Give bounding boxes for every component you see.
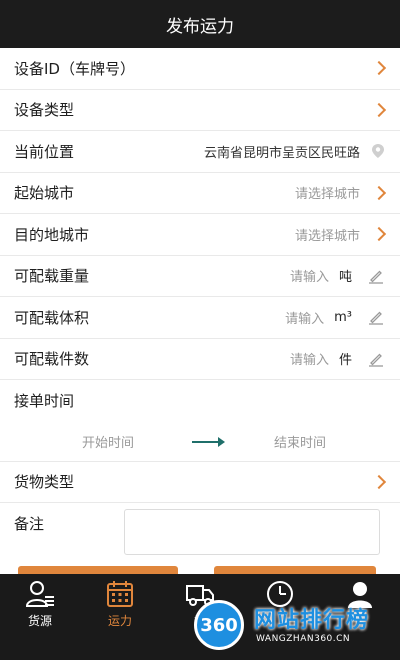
chevron-right-icon — [371, 227, 387, 242]
user-list-icon — [25, 581, 54, 607]
current-location-label: 当前位置 — [14, 142, 75, 161]
secondary-action-button[interactable] — [214, 566, 376, 574]
cargo-type-row[interactable]: 货物类型 — [0, 462, 400, 503]
current-location-value: 云南省昆明市呈贡区民旺路 — [203, 145, 360, 161]
pencil-icon — [369, 270, 383, 284]
destination-city-placeholder: 请选择城市 — [294, 228, 360, 244]
watermark-badge: 360 — [194, 600, 244, 650]
order-time-label: 接单时间 — [14, 392, 75, 411]
pieces-input[interactable]: 请输入 — [290, 349, 329, 368]
watermark-number: 360 — [200, 614, 238, 636]
tab-cargo-source[interactable]: 货源 — [0, 574, 80, 660]
weight-label: 可配载重量 — [14, 267, 90, 286]
publish-capacity-form: 设备ID（车牌号） 设备类型 当前位置 云南省昆明市呈贡区民旺路 起始城市 请选… — [0, 48, 400, 567]
pencil-icon — [369, 353, 383, 367]
arrow-right-icon — [192, 436, 225, 447]
chevron-right-icon — [371, 102, 387, 117]
chevron-right-icon — [371, 185, 387, 200]
chevron-right-icon — [371, 61, 387, 76]
pencil-icon — [369, 311, 383, 325]
title-bar: 发布运力 — [0, 0, 400, 48]
pieces-row[interactable]: 可配载件数 请输入 件 — [0, 339, 400, 380]
location-pin-icon[interactable] — [372, 144, 384, 159]
volume-row[interactable]: 可配载体积 请输入 m³ — [0, 297, 400, 339]
device-type-row[interactable]: 设备类型 — [0, 90, 400, 131]
watermark-title: 网站排行榜 — [254, 608, 370, 633]
note-row: 备注 — [0, 503, 400, 567]
volume-input[interactable]: 请输入 — [285, 308, 324, 327]
weight-input[interactable]: 请输入 — [290, 266, 329, 285]
device-id-label: 设备ID（车牌号） — [14, 59, 135, 78]
tab-label: 运力 — [107, 614, 132, 628]
end-time-input[interactable]: 结束时间 — [274, 432, 326, 451]
start-city-placeholder: 请选择城市 — [294, 187, 360, 203]
current-location-row[interactable]: 当前位置 云南省昆明市呈贡区民旺路 — [0, 131, 400, 173]
start-time-input[interactable]: 开始时间 — [82, 432, 134, 451]
start-city-label: 起始城市 — [14, 184, 75, 203]
note-textarea[interactable] — [124, 509, 380, 555]
time-range-row: 开始时间 结束时间 — [0, 422, 400, 462]
weight-unit: 吨 — [338, 270, 352, 286]
page-title: 发布运力 — [166, 16, 234, 37]
device-id-row[interactable]: 设备ID（车牌号） — [0, 48, 400, 90]
primary-action-button[interactable] — [18, 566, 178, 574]
volume-unit: m³ — [334, 309, 352, 325]
pieces-unit: 件 — [338, 353, 352, 369]
note-label: 备注 — [14, 515, 45, 533]
start-city-row[interactable]: 起始城市 请选择城市 — [0, 173, 400, 214]
pieces-label: 可配载件数 — [14, 350, 90, 369]
watermark-url: WANGZHAN360.CN — [256, 634, 351, 644]
tab-capacity[interactable]: 运力 — [80, 574, 160, 660]
order-time-row: 接单时间 — [0, 380, 400, 422]
weight-row[interactable]: 可配载重量 请输入 吨 — [0, 256, 400, 297]
chevron-right-icon — [371, 474, 387, 489]
device-type-label: 设备类型 — [14, 101, 75, 120]
cargo-type-label: 货物类型 — [14, 473, 75, 492]
destination-city-label: 目的地城市 — [14, 225, 90, 244]
destination-city-row[interactable]: 目的地城市 请选择城市 — [0, 214, 400, 256]
tab-label: 货源 — [27, 614, 52, 628]
watermark-logo: 360 网站排行榜 WANGZHAN360.CN — [190, 596, 400, 660]
calendar-icon — [107, 581, 133, 607]
action-buttons — [0, 566, 400, 574]
volume-label: 可配载体积 — [14, 308, 90, 327]
